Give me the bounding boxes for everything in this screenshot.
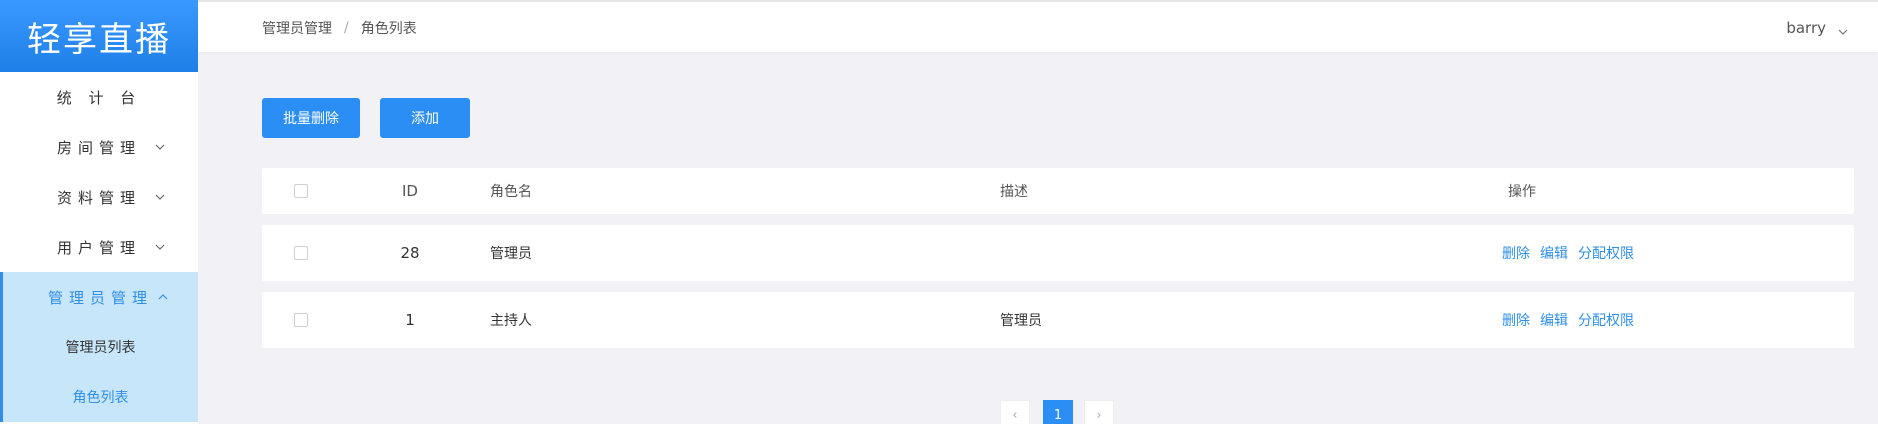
chevron-down-icon xyxy=(1838,23,1848,35)
sidebar-item-label: 资料管理 xyxy=(56,188,141,207)
top-header: 管理员管理 / 角色列表 barry xyxy=(198,0,1878,52)
edit-link[interactable]: 编辑 xyxy=(1540,310,1568,330)
row-checkbox[interactable] xyxy=(294,313,308,327)
assign-permissions-link[interactable]: 分配权限 xyxy=(1578,243,1634,263)
sidebar-item-label: 统 计 台 xyxy=(56,88,142,107)
breadcrumb-item[interactable]: 管理员管理 xyxy=(262,18,332,38)
batch-delete-button[interactable]: 批量删除 xyxy=(262,98,360,138)
sidebar-item-admin-management[interactable]: 管理员管理 xyxy=(0,272,198,322)
sidebar-item-dashboard[interactable]: 统 计 台 xyxy=(0,72,198,122)
add-button[interactable]: 添加 xyxy=(380,98,470,138)
row-check-cell xyxy=(294,292,308,348)
delete-link[interactable]: 删除 xyxy=(1502,243,1530,263)
user-menu[interactable]: barry xyxy=(1786,2,1848,54)
row-name: 主持人 xyxy=(490,313,532,329)
column-header-ops: 操作 xyxy=(1508,184,1536,200)
select-all-checkbox[interactable] xyxy=(294,184,308,198)
breadcrumb-separator: / xyxy=(344,20,349,36)
column-header-name: 角色名 xyxy=(490,184,532,200)
pagination-page-button[interactable]: 1 xyxy=(1043,400,1073,424)
breadcrumb: 管理员管理 / 角色列表 xyxy=(262,2,417,54)
edit-link[interactable]: 编辑 xyxy=(1540,243,1568,263)
sidebar-subitem-admin-list[interactable]: 管理员列表 xyxy=(0,322,198,372)
chevron-down-icon xyxy=(155,142,165,152)
chevron-down-icon xyxy=(155,192,165,202)
sidebar-item-users[interactable]: 用户管理 xyxy=(0,222,198,272)
sidebar-subitem-label: 管理员列表 xyxy=(65,340,136,356)
sidebar-item-rooms[interactable]: 房间管理 xyxy=(0,122,198,172)
sidebar: 轻享直播 统 计 台 房间管理 资料管理 用户管理 管理员管理 管理员列表 角色… xyxy=(0,0,198,424)
sidebar-item-label: 用户管理 xyxy=(56,238,141,257)
row-check-cell xyxy=(294,225,308,281)
chevron-up-icon xyxy=(158,292,168,302)
chevron-down-icon xyxy=(155,242,165,252)
delete-link[interactable]: 删除 xyxy=(1502,310,1530,330)
breadcrumb-current: 角色列表 xyxy=(360,21,417,37)
column-header-id: ID xyxy=(402,182,418,200)
column-header-desc: 描述 xyxy=(1000,184,1028,200)
row-actions: 删除 编辑 分配权限 xyxy=(1502,225,1634,281)
row-name: 管理员 xyxy=(490,246,532,262)
pagination-next-button[interactable]: › xyxy=(1084,400,1114,424)
username: barry xyxy=(1786,19,1826,37)
pagination-prev-button[interactable]: ‹ xyxy=(1000,400,1030,424)
sidebar-item-label: 房间管理 xyxy=(56,138,141,157)
sidebar-subitem-role-list[interactable]: 角色列表 xyxy=(0,372,198,422)
sidebar-item-materials[interactable]: 资料管理 xyxy=(0,172,198,222)
row-desc: 管理员 xyxy=(1000,313,1042,329)
table-row: 1 主持人 管理员 删除 编辑 分配权限 xyxy=(262,292,1854,348)
row-actions: 删除 编辑 分配权限 xyxy=(1502,292,1634,348)
row-id: 1 xyxy=(405,311,415,329)
row-checkbox[interactable] xyxy=(294,246,308,260)
app-logo: 轻享直播 xyxy=(0,0,198,72)
row-id: 28 xyxy=(400,244,420,262)
assign-permissions-link[interactable]: 分配权限 xyxy=(1578,310,1634,330)
select-all-cell xyxy=(294,168,308,214)
sidebar-item-label: 管理员管理 xyxy=(47,288,153,307)
table-row: 28 管理员 删除 编辑 分配权限 xyxy=(262,225,1854,281)
sidebar-subitem-label: 角色列表 xyxy=(72,390,129,406)
table-header: ID 角色名 描述 操作 xyxy=(262,168,1854,214)
